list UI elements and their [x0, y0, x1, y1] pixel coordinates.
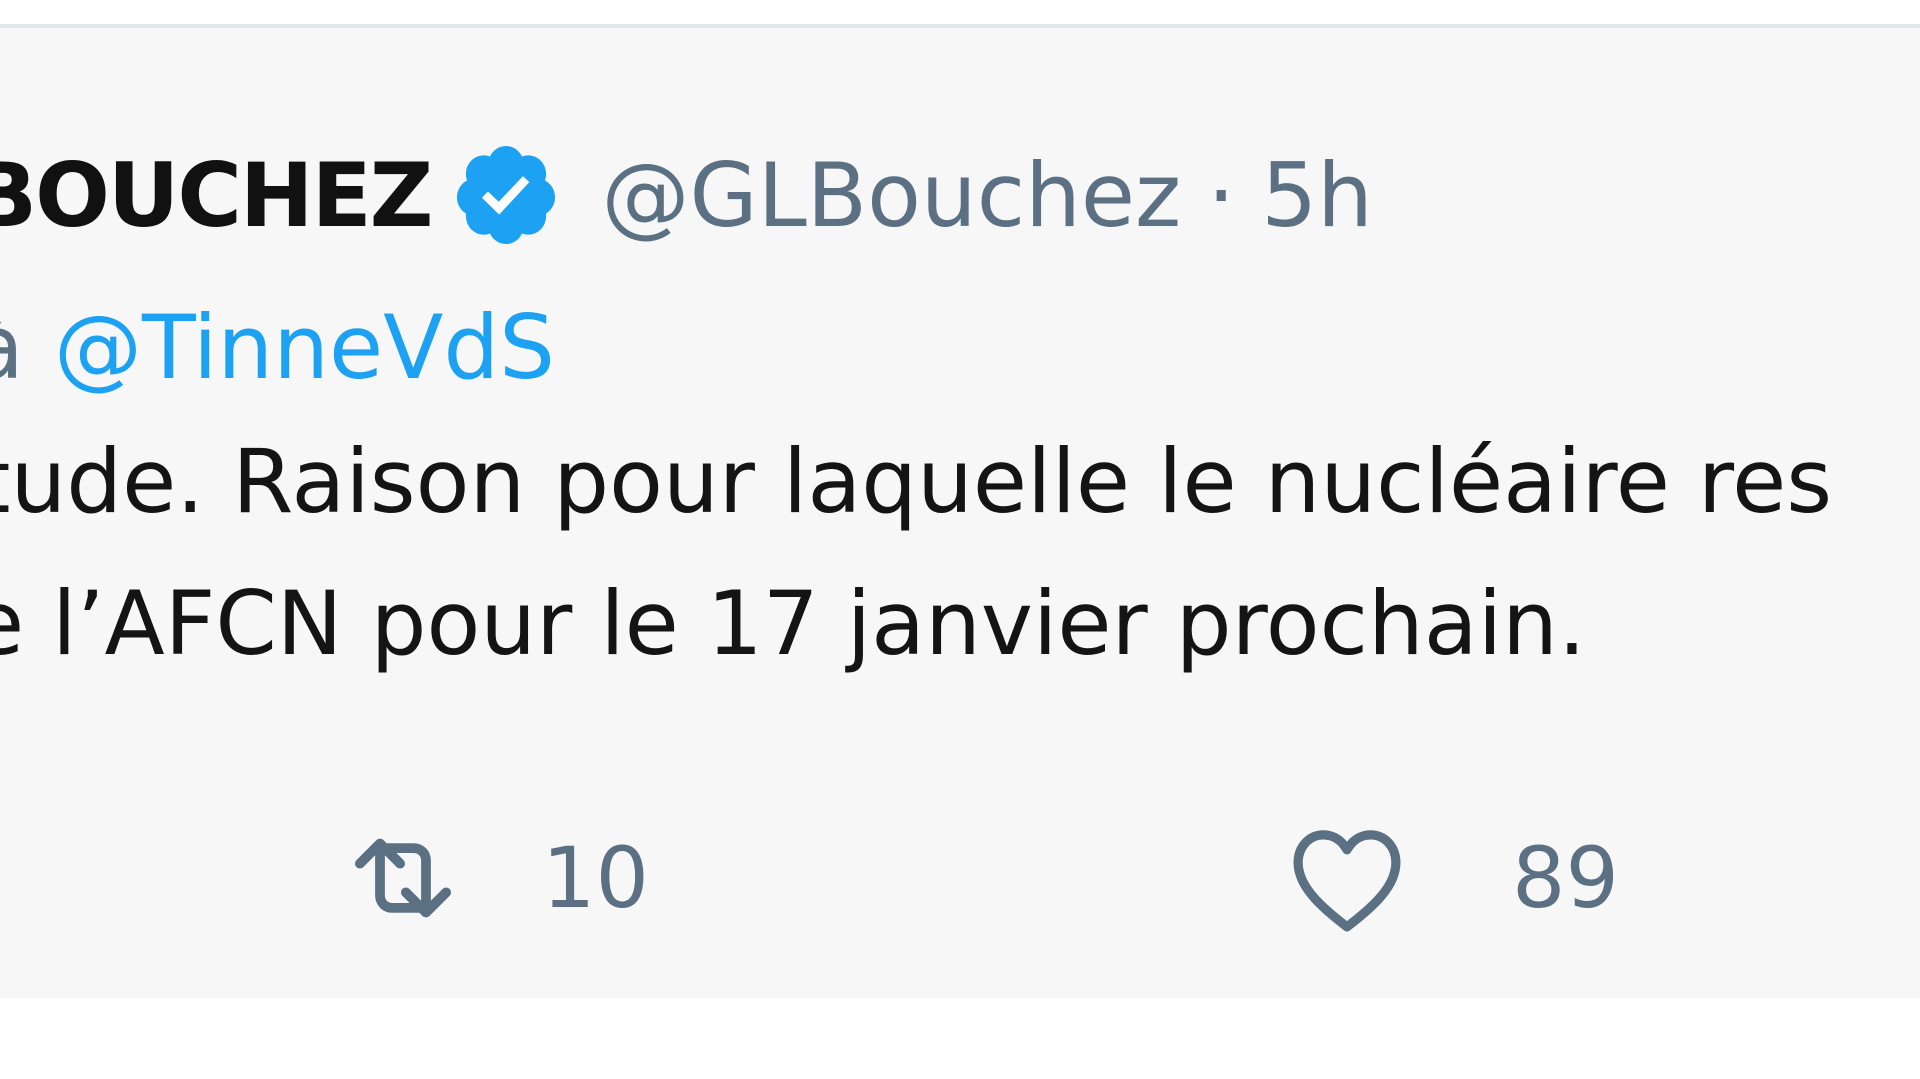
author-handle[interactable]: @GLBouchez: [602, 144, 1182, 247]
verified-badge-icon: [456, 146, 555, 244]
retweet-button[interactable]: 10: [334, 798, 649, 958]
reply-context: à @TinneVdS: [0, 296, 555, 399]
like-count: 89: [1512, 829, 1619, 927]
retweet-count: 10: [542, 829, 649, 927]
meta-separator: ·: [1207, 143, 1236, 247]
reply-mention-link[interactable]: @TinneVdS: [54, 296, 555, 399]
tweet-timestamp[interactable]: 5h: [1261, 144, 1373, 247]
tweet-body-line-2: e l’AFCN pour le 17 janvier prochain.: [0, 572, 1586, 675]
reply-prefix: à: [0, 296, 24, 399]
retweet-icon: [354, 838, 452, 918]
like-button[interactable]: 89: [1278, 798, 1619, 958]
tweet-header: BOUCHEZ @GLBouchez · 5h: [0, 140, 1373, 250]
tweet-actions: 10 89: [0, 798, 1920, 958]
tweet-card[interactable]: BOUCHEZ @GLBouchez · 5h à @TinneVdS tude.…: [0, 28, 1920, 998]
heart-icon: [1293, 830, 1401, 932]
author-display-name[interactable]: BOUCHEZ: [0, 144, 433, 247]
tweet-body-line-1: tude. Raison pour laquelle le nucléaire …: [0, 430, 1833, 533]
